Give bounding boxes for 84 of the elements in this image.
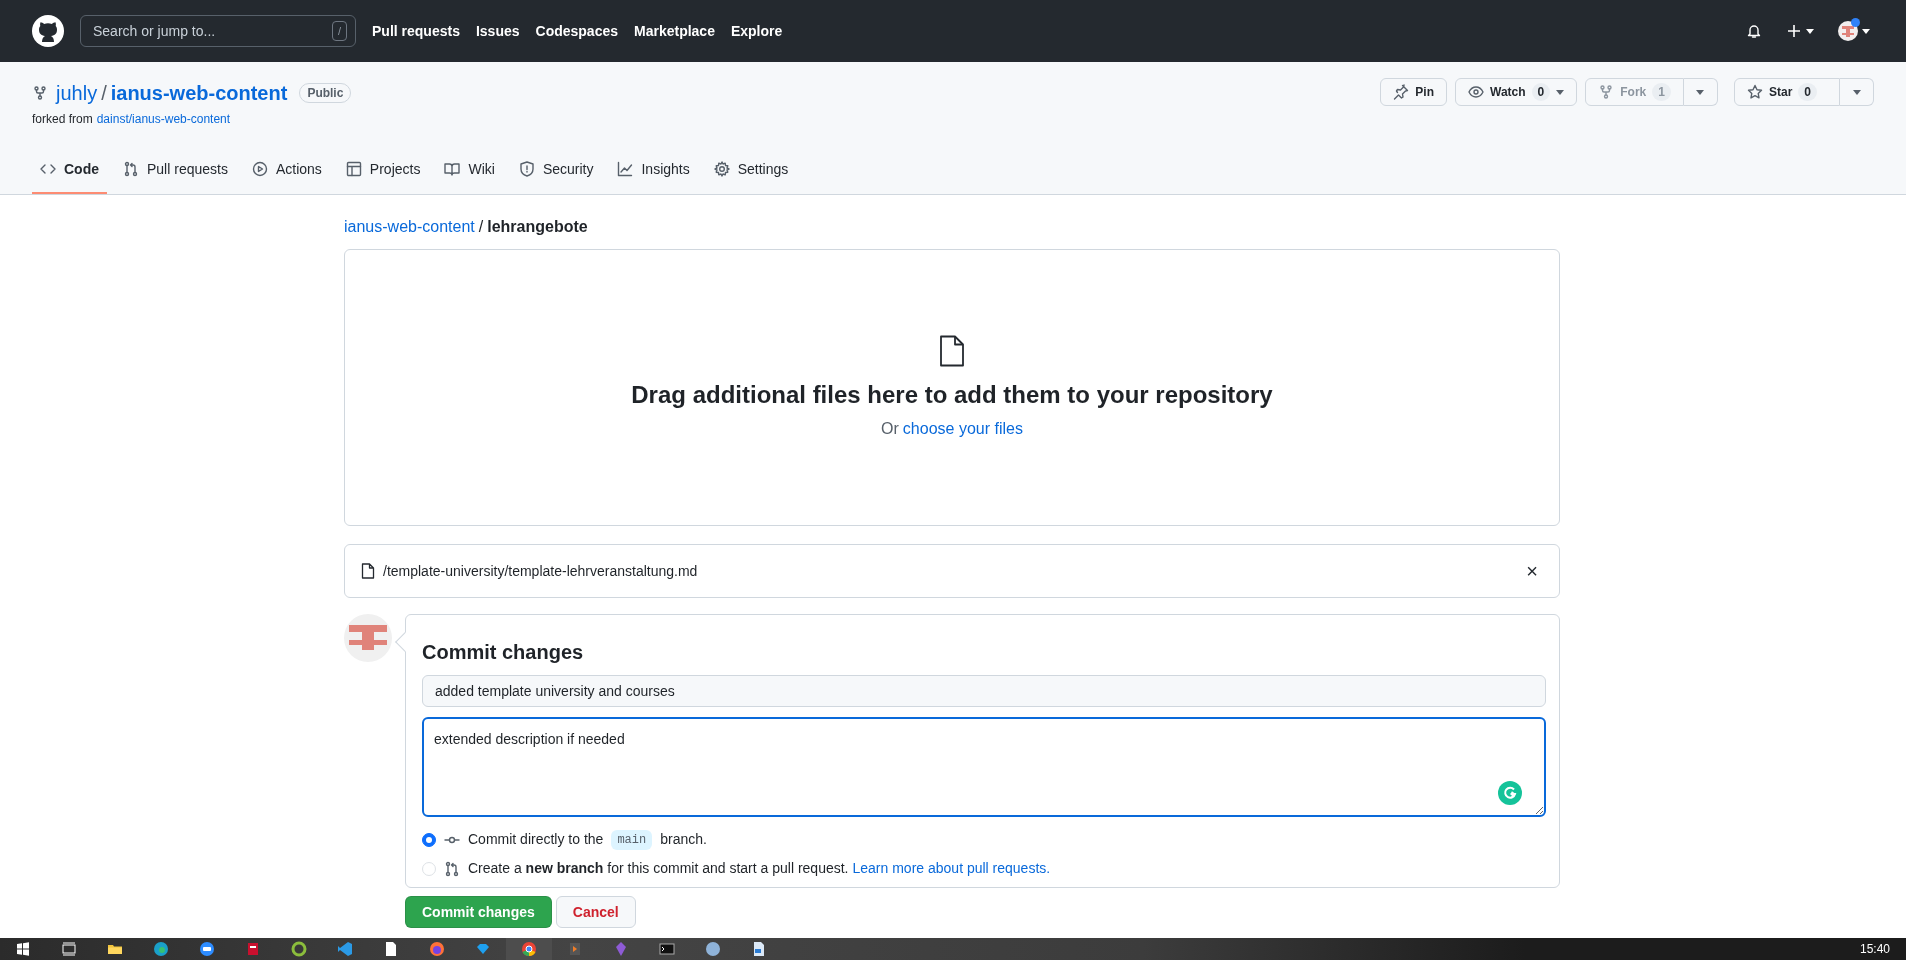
breadcrumb-link[interactable]: ianus-web-content (344, 215, 475, 239)
pull-request-icon (123, 161, 139, 177)
repo-tab[interactable]: Security (510, 146, 602, 194)
table-icon (345, 161, 362, 177)
current-folder: lehrangebote (487, 217, 588, 237)
file-drop-zone[interactable]: Drag additional files here to add them to your repository Or choose your files (344, 249, 1560, 526)
repo-owner-link[interactable]: juhly (56, 78, 98, 108)
caret-icon[interactable] (1556, 89, 1565, 95)
branch-name: main (611, 829, 653, 850)
repo-tab[interactable]: Wiki (436, 146, 503, 194)
fork-icon (1598, 84, 1615, 100)
fork-icon (32, 85, 48, 101)
circle-app-icon[interactable] (705, 941, 721, 957)
star-icon (1746, 84, 1763, 100)
commit-summary-field[interactable]: added template university and courses (422, 675, 1546, 707)
option-label: Create a new branch for this commit and start a pull request. (468, 859, 849, 878)
document-icon[interactable] (383, 941, 399, 957)
counter-label: 0 (1531, 83, 1551, 101)
avatar-icon (344, 614, 392, 662)
choose-files-link[interactable]: choose your files (902, 416, 1023, 441)
windows-logo-icon[interactable] (15, 941, 31, 957)
file-path: /template-university/template-lehrveranstaltung.md (383, 561, 698, 581)
drop-zone-title: Drag additional files here to add them to your repository (631, 379, 1273, 410)
caret-icon[interactable] (1862, 28, 1870, 34)
file-icon (938, 334, 966, 367)
commit-title: Commit changes (422, 640, 585, 665)
avatar-icon[interactable] (1838, 21, 1858, 41)
bell-icon[interactable] (1746, 23, 1762, 39)
caret-icon[interactable] (1852, 89, 1861, 95)
forked-from-text: forked from (32, 111, 93, 128)
terminal-icon[interactable] (659, 941, 675, 957)
option-label: branch. (660, 830, 707, 849)
repo-tab[interactable]: Insights (609, 146, 698, 194)
video-call-icon[interactable] (199, 941, 215, 957)
caret-icon[interactable] (1696, 89, 1705, 95)
commit-description-field[interactable]: extended description if needed (422, 717, 1546, 817)
user-menu[interactable] (1838, 21, 1870, 41)
shield-icon (518, 161, 535, 177)
cancel-button[interactable]: Cancel (555, 896, 636, 928)
app-icon[interactable] (245, 941, 261, 957)
document-icon[interactable] (751, 941, 767, 957)
plus-icon (1786, 23, 1802, 39)
caret-icon[interactable] (1806, 28, 1814, 34)
nav-link[interactable]: Codespaces (535, 20, 618, 42)
keyboard-shortcut-hint: / (331, 21, 347, 41)
repo-tab[interactable]: Settings (705, 146, 797, 194)
graph-icon (617, 161, 634, 177)
book-icon (444, 161, 461, 177)
repo-name-link[interactable]: ianus-web-content (110, 78, 288, 108)
repo-tab[interactable]: Pull requests (115, 146, 236, 194)
repo-tab[interactable]: Projects (337, 146, 429, 194)
path-separator: / (478, 217, 484, 237)
play-icon (251, 161, 268, 177)
nav-link[interactable]: Marketplace (634, 20, 715, 42)
drop-zone-prompt: Or (881, 418, 899, 439)
counter-label: 1 (1652, 83, 1671, 101)
eye-icon (1468, 84, 1484, 100)
settings-icon (713, 161, 730, 177)
task-view-icon[interactable] (61, 941, 77, 957)
watch-button[interactable]: Watch 0 (1455, 78, 1578, 106)
repo-tab[interactable]: Actions (243, 146, 330, 194)
pin-icon (1393, 84, 1410, 100)
pin-button[interactable]: Pin (1380, 78, 1447, 106)
learn-more-link[interactable]: Learn more about pull requests. (852, 858, 1051, 879)
create-new-menu[interactable] (1786, 23, 1814, 39)
path-separator: / (101, 81, 107, 106)
ring-icon[interactable] (291, 941, 307, 957)
counter-label: 0 (1798, 83, 1817, 101)
option-label: Commit directly to the (468, 830, 604, 849)
pull-request-icon (444, 860, 460, 877)
search-field[interactable]: Search or jump to... / (80, 15, 356, 47)
fork-button: Fork 1 (1585, 78, 1684, 106)
repo-tab[interactable]: Code (32, 146, 107, 194)
upstream-repo-link[interactable]: dainst/ianus-web-content (96, 110, 231, 128)
clock-time[interactable]: 15:40 (1859, 940, 1890, 958)
radio-button[interactable] (422, 832, 436, 847)
remove-file-button[interactable]: × (1525, 560, 1539, 582)
nav-link[interactable]: Pull requests (372, 20, 460, 42)
nav-link[interactable]: Issues (475, 20, 520, 42)
star-button[interactable]: Star 0 (1733, 78, 1840, 106)
file-icon (361, 563, 375, 579)
nav-link[interactable]: Explore (730, 20, 783, 42)
logo-icon[interactable] (32, 15, 64, 47)
dropdown-button[interactable] (1840, 78, 1874, 106)
